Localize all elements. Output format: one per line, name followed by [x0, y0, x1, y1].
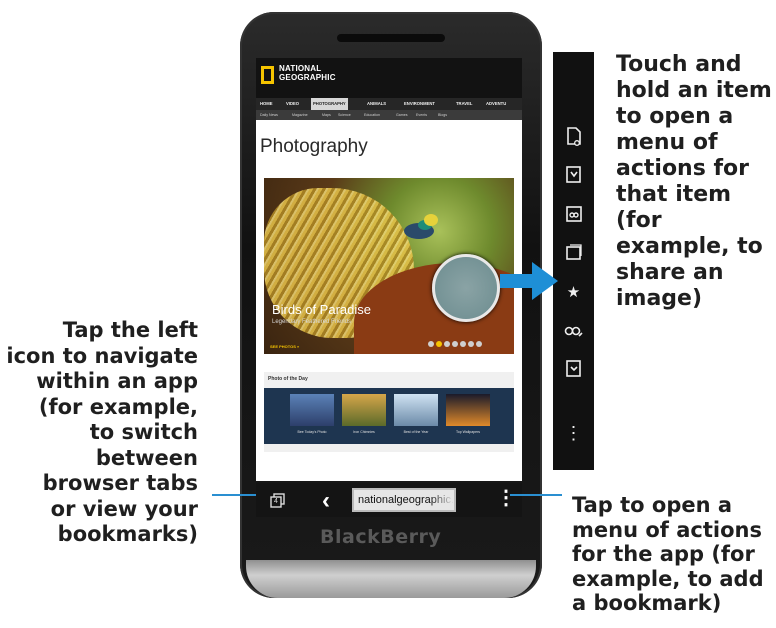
logo-line-1: NATIONAL: [279, 64, 322, 73]
site-header: NATIONAL GEOGRAPHIC: [256, 58, 522, 98]
save-page-icon[interactable]: [553, 354, 594, 384]
url-fade: [430, 490, 454, 510]
hero-subcaption: Legendary Feathered Friends: [272, 319, 352, 325]
leader-line-left: [212, 494, 256, 496]
thumb-label: Bee Today's Photo: [297, 430, 327, 434]
save-image-icon[interactable]: [553, 160, 594, 190]
subnav-item[interactable]: Games: [396, 110, 408, 120]
natgeo-logo-icon[interactable]: [261, 66, 274, 84]
brand-logo: BlackBerry: [320, 526, 442, 548]
logo-line-2: GEOGRAPHIC: [279, 73, 336, 82]
carousel-dot-active[interactable]: [436, 341, 442, 347]
page-title: Photography: [260, 136, 368, 157]
photo-of-the-day: Photo of the Day Bee Today's Photo Iron …: [264, 372, 514, 452]
nav-item-animals[interactable]: ANIMALS: [367, 98, 386, 110]
callout-left-icon: Tap the left icon to navigate within an …: [6, 318, 198, 546]
pointer-arrow-shaft: [500, 274, 536, 288]
copy-link-icon[interactable]: [553, 200, 594, 230]
share-link-icon[interactable]: [553, 316, 594, 346]
nav-item-video[interactable]: VIDEO: [286, 98, 299, 110]
carousel-dots[interactable]: [428, 341, 482, 347]
callout-app-menu: Tap to open a menu of actions for the ap…: [572, 493, 764, 615]
see-photos-link[interactable]: SEE PHOTOS »: [270, 344, 299, 349]
thumb-label: Iron Chimnies: [353, 430, 375, 434]
carousel-dot[interactable]: [452, 341, 458, 347]
thumb-image[interactable]: [290, 394, 334, 426]
browser-screen: NATIONAL GEOGRAPHIC HOME VIDEO PHOTOGRAP…: [256, 58, 522, 481]
add-favorite-icon[interactable]: ★: [553, 278, 594, 308]
subnav-item[interactable]: Blogs: [438, 110, 447, 120]
vertical-dots-icon[interactable]: ⋮: [496, 485, 516, 510]
nav-item-adventure[interactable]: ADVENTU: [486, 98, 506, 110]
action-menu: ★ ⋮: [553, 52, 594, 470]
tab-count: 4: [274, 498, 278, 505]
thumb-image[interactable]: [446, 394, 490, 426]
carousel-dot[interactable]: [460, 341, 466, 347]
bird-head: [424, 214, 438, 226]
more-icon[interactable]: ⋮: [553, 418, 594, 448]
thumb-label: Top Wallpapers: [456, 430, 480, 434]
potd-strip: Bee Today's Photo Iron Chimnies Best of …: [264, 388, 514, 444]
subnav-item[interactable]: Daily News: [260, 110, 278, 120]
carousel-dot[interactable]: [428, 341, 434, 347]
carousel-dot[interactable]: [444, 341, 450, 347]
callout-touch-hold: Touch and hold an item to open a menu of…: [616, 52, 772, 311]
browser-bottom-bar: 4 ‹ nationalgeographic.com ⋮: [256, 483, 522, 517]
hero-image[interactable]: Birds of Paradise Legendary Feathered Fr…: [264, 178, 514, 354]
nav-item-home[interactable]: HOME: [260, 98, 273, 110]
nav-item-photography[interactable]: PHOTOGRAPHY: [311, 98, 348, 110]
url-field[interactable]: nationalgeographic.com: [352, 488, 456, 512]
phone-bottom-edge: [246, 560, 536, 598]
hero-caption: Birds of Paradise: [272, 302, 371, 317]
touch-indicator: [432, 254, 500, 322]
carousel-dot[interactable]: [468, 341, 474, 347]
site-nav: HOME VIDEO PHOTOGRAPHY ANIMALS ENVIRONME…: [256, 98, 522, 110]
subnav-item[interactable]: Science: [338, 110, 351, 120]
subnav-item[interactable]: Education: [364, 110, 380, 120]
page-share-icon[interactable]: [553, 122, 594, 152]
chevron-left-icon[interactable]: ‹: [322, 487, 330, 515]
subnav-item[interactable]: Magazine: [292, 110, 308, 120]
thumb-image[interactable]: [342, 394, 386, 426]
thumb-image[interactable]: [394, 394, 438, 426]
thumb-label: Best of the Year: [403, 430, 429, 434]
subnav-item[interactable]: Events: [416, 110, 427, 120]
tabs-icon: [270, 493, 285, 508]
nav-item-environment[interactable]: ENVIRONMENT: [404, 98, 435, 110]
potd-title: Photo of the Day: [268, 376, 308, 382]
leader-line-right: [510, 494, 562, 496]
tabs-button[interactable]: 4: [270, 493, 286, 508]
carousel-dot[interactable]: [476, 341, 482, 347]
copy-image-icon[interactable]: [553, 238, 594, 268]
site-subnav: Daily News Magazine Maps Science Educati…: [256, 110, 522, 120]
pointer-arrow-head: [532, 262, 558, 300]
nav-item-travel[interactable]: TRAVEL: [456, 98, 472, 110]
subnav-item[interactable]: Maps: [322, 110, 331, 120]
phone-speaker: [337, 34, 445, 42]
